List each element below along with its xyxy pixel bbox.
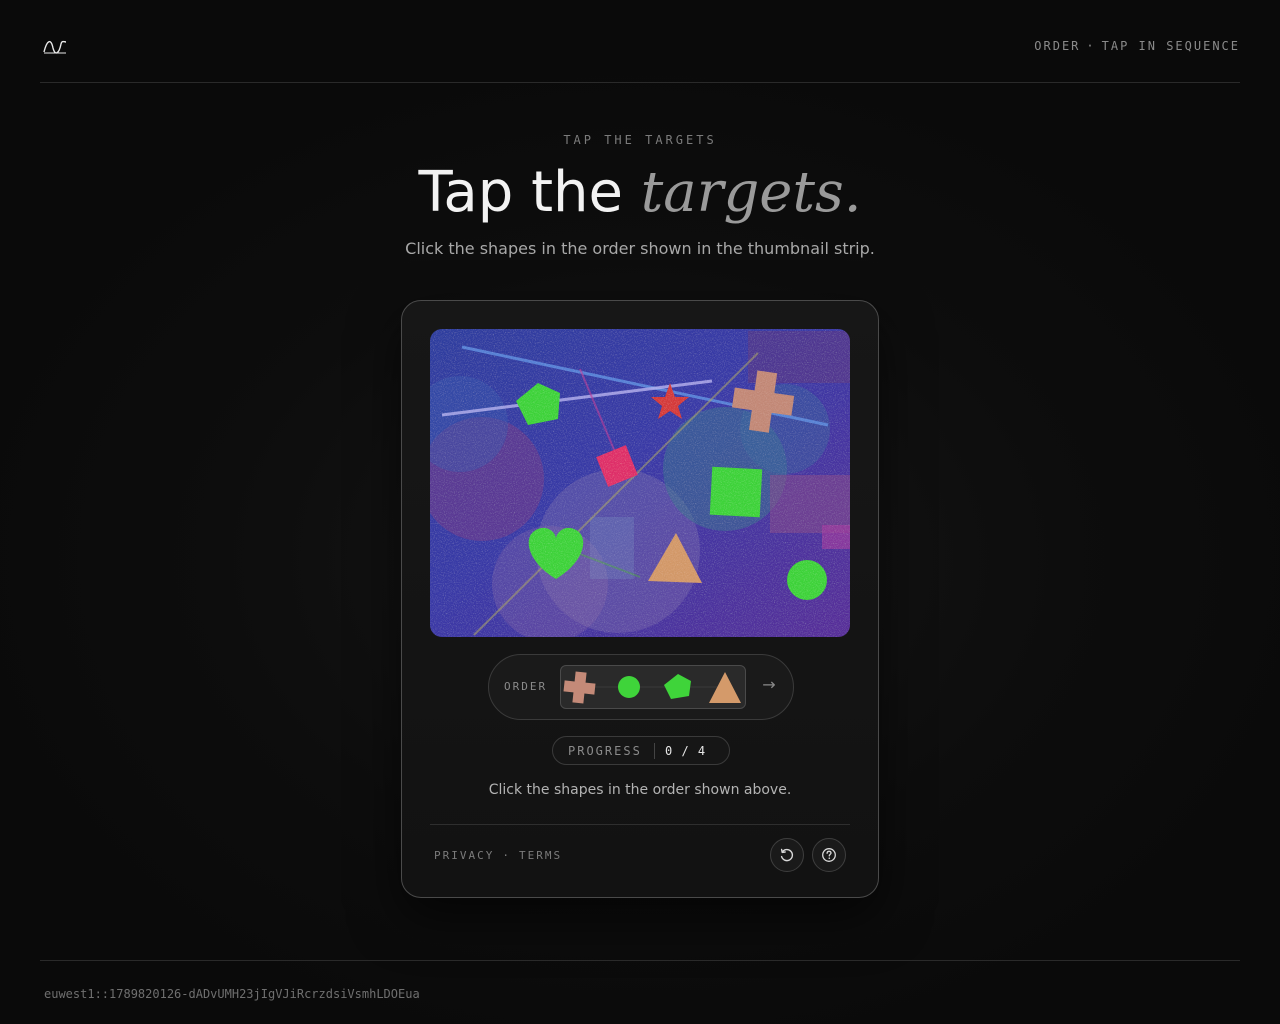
thumb-cross (563, 671, 596, 704)
bg-blob (822, 525, 850, 549)
privacy-link[interactable]: PRIVACY (434, 849, 494, 862)
help-icon (822, 848, 836, 862)
decoy-square[interactable] (709, 466, 763, 518)
bg-blob (590, 517, 634, 579)
refresh-icon (780, 848, 794, 862)
session-id: euwest1::1789820126-dADvUMH23jIgVJiRcrzd… (44, 987, 420, 1001)
wave-logo-icon (43, 40, 67, 54)
help-button[interactable] (812, 838, 846, 872)
page-title: Tap the targets. (0, 158, 1280, 228)
mode-hint: TAP IN SEQUENCE (1101, 39, 1240, 53)
progress-value: 0 / 4 (665, 744, 707, 758)
progress-label: PROGRESS (568, 744, 642, 758)
order-strip-pill: ORDER → (488, 654, 794, 720)
captcha-card: ORDER → PROGRESS 0 / 4 Click the shapes … (401, 300, 879, 898)
order-thumbnail-strip (560, 665, 746, 709)
progress-indicator: PROGRESS 0 / 4 (552, 736, 730, 765)
page-subtitle: Click the shapes in the order shown in t… (405, 239, 875, 258)
footer-divider (40, 960, 1240, 961)
arrow-right-icon[interactable]: → (759, 675, 779, 695)
challenge-canvas-svg[interactable] (430, 329, 850, 637)
legal-separator: · (502, 849, 511, 862)
top-bar: ORDER · TAP IN SEQUENCE (40, 0, 1240, 83)
title-plain: Tap the (418, 160, 641, 225)
refresh-button[interactable] (770, 838, 804, 872)
progress-divider (654, 743, 655, 759)
challenge-instruction: Click the shapes in the order shown abov… (488, 782, 792, 798)
terms-link[interactable]: TERMS (519, 849, 562, 862)
mode-separator: · (1086, 39, 1096, 53)
challenge-canvas[interactable] (430, 329, 850, 637)
order-label: ORDER (504, 680, 548, 693)
mode-label: ORDER (1034, 39, 1081, 53)
card-divider (430, 824, 850, 825)
bg-blob (770, 475, 850, 533)
target-circle[interactable] (787, 560, 827, 600)
mode-indicator: ORDER · TAP IN SEQUENCE (1034, 39, 1240, 53)
title-emphasis: targets. (640, 160, 862, 225)
thumb-circle (618, 676, 640, 698)
eyebrow-label: TAP THE TARGETS (563, 133, 717, 147)
order-thumbnails-svg (563, 671, 741, 704)
legal-links: PRIVACY · TERMS (434, 849, 562, 862)
thumb-pentagon (664, 674, 691, 699)
